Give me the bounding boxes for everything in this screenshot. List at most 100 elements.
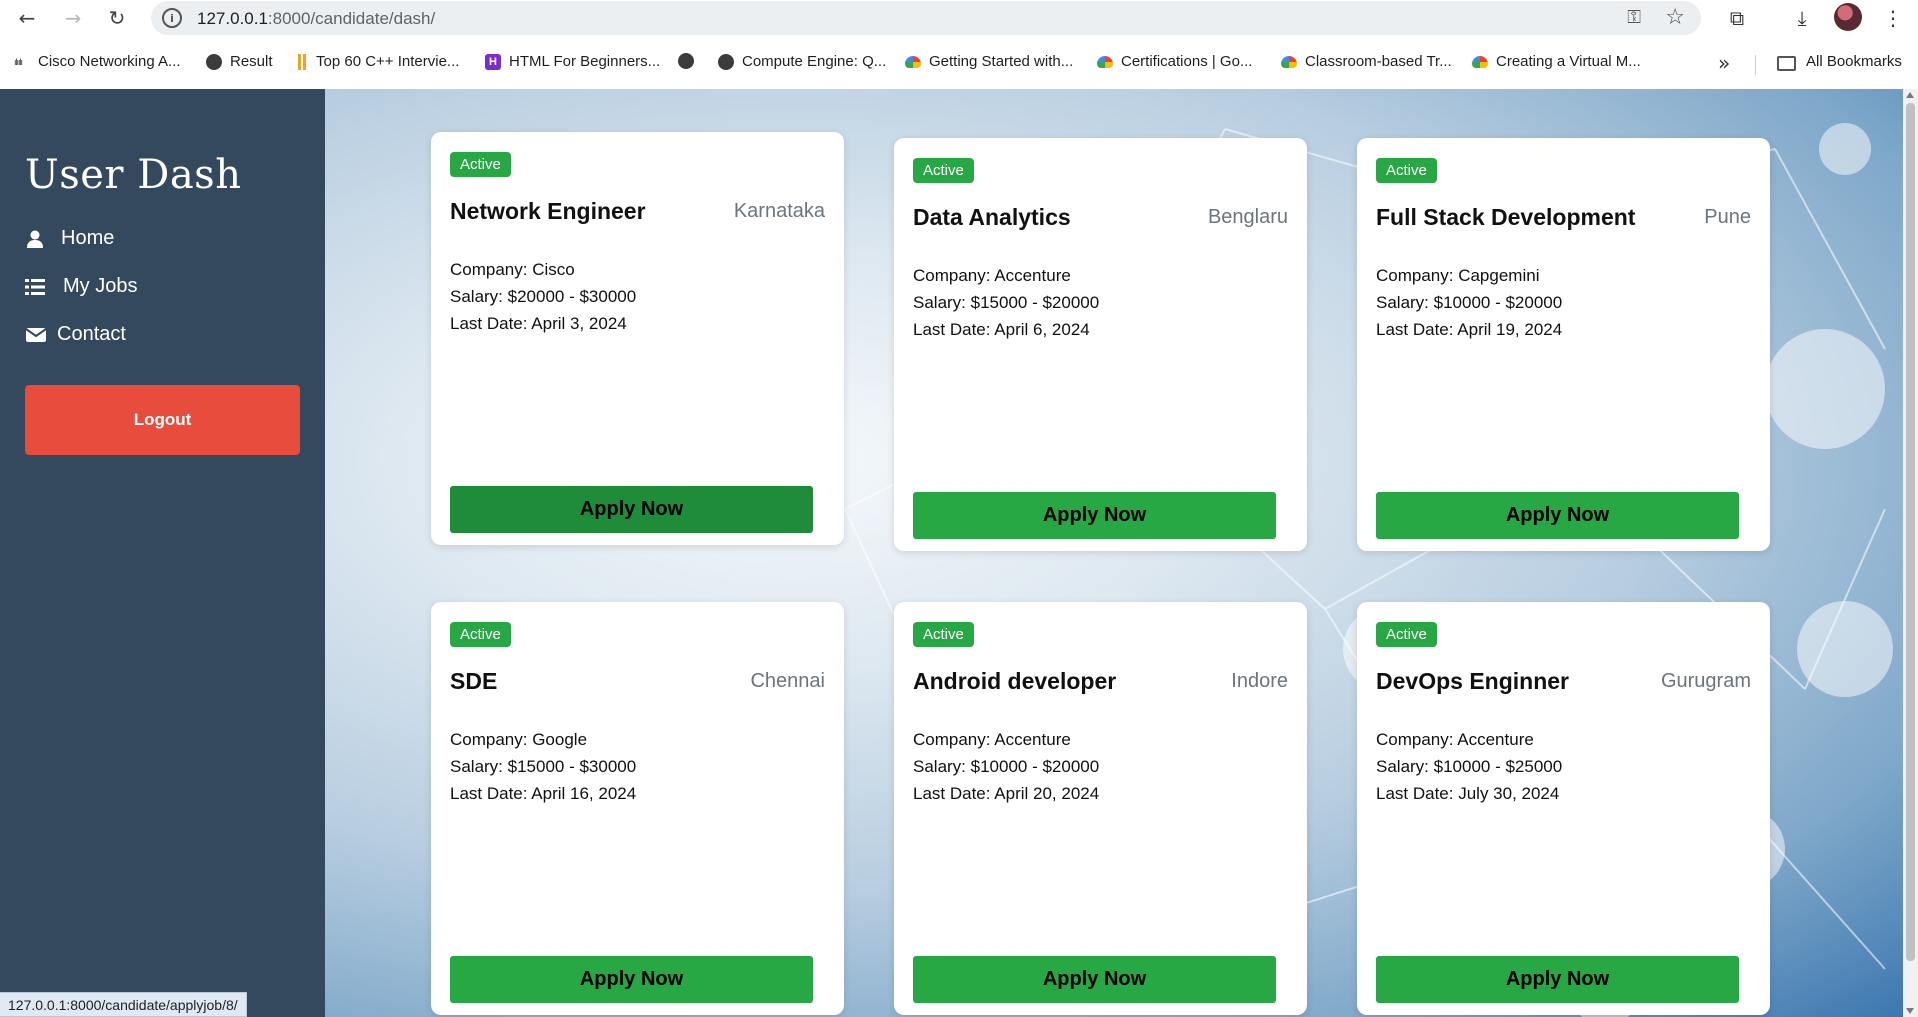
all-bookmarks[interactable]: All Bookmarks (1806, 53, 1902, 70)
job-company: Company: Accenture (913, 266, 1071, 285)
bookmark-item[interactable]: Classroom-based Tr... (1281, 53, 1452, 70)
bookmark-label: Getting Started with... (929, 53, 1074, 70)
job-salary: Salary: $10000 - $20000 (1376, 293, 1563, 312)
google-cloud-icon (1472, 55, 1488, 68)
job-card: Active DevOps Enginner Gurugram Company:… (1357, 602, 1770, 1015)
bookmark-item[interactable] (678, 53, 702, 69)
status-badge: Active (913, 158, 974, 183)
apply-now-button[interactable]: Apply Now (450, 956, 813, 1003)
status-badge: Active (1376, 158, 1437, 183)
bookmark-item[interactable]: Certifications | Go... (1097, 53, 1252, 70)
sidebar-item-label: My Jobs (63, 275, 138, 297)
star-icon[interactable]: ☆ (1665, 5, 1685, 30)
status-badge: Active (450, 622, 511, 647)
sidebar-item-label: Home (61, 227, 115, 249)
sidebar-item-contact[interactable]: Contact (25, 323, 126, 346)
more-menu-icon[interactable]: ⋮ (1878, 3, 1908, 33)
job-title: Android developer (913, 668, 1117, 694)
url-text[interactable]: 127.0.0.1:8000/candidate/dash/ (197, 9, 435, 29)
apply-now-button[interactable]: Apply Now (450, 486, 813, 533)
reload-icon[interactable]: ↻ (102, 3, 132, 33)
back-icon[interactable]: ← (12, 3, 42, 33)
status-badge: Active (1376, 622, 1437, 647)
sidebar-item-label: Contact (57, 323, 126, 345)
google-cloud-icon (1097, 55, 1113, 68)
bookmark-item[interactable]: Creating a Virtual M... (1472, 53, 1641, 70)
sidebar-item-home[interactable]: Home (25, 227, 114, 250)
globe-icon (718, 53, 734, 70)
all-bookmarks-label: All Bookmarks (1806, 53, 1902, 70)
bookmark-item[interactable]: Getting Started with... (905, 53, 1073, 70)
extensions-icon[interactable]: ⧉ (1722, 3, 1752, 33)
bookmark-item[interactable]: Top 60 C++ Intervie... (298, 53, 459, 70)
link-status-bar: 127.0.0.1:8000/candidate/applyjob/8/ (0, 992, 247, 1017)
job-title: DevOps Enginner (1376, 668, 1569, 694)
bookmark-label: Classroom-based Tr... (1305, 53, 1452, 70)
app: User Dash Home My Jobs Contact Logout Ac… (0, 89, 1918, 1017)
job-salary: Salary: $15000 - $20000 (913, 293, 1100, 312)
job-title: Network Engineer (450, 198, 646, 224)
brand-title: User Dash (25, 152, 242, 198)
bookmark-item[interactable]: Compute Engine: Q... (718, 53, 886, 70)
bookmark-label: Certifications | Go... (1121, 53, 1253, 70)
url-path: :8000/candidate/dash/ (267, 9, 436, 28)
logout-button[interactable]: Logout (25, 385, 300, 455)
sidebar: User Dash Home My Jobs Contact Logout (0, 89, 325, 1017)
scrollbar-thumb[interactable] (1906, 103, 1915, 961)
job-company: Company: Cisco (450, 260, 575, 279)
job-company: Company: Google (450, 730, 588, 749)
site-info-icon[interactable]: i (162, 8, 182, 28)
page-scrollbar[interactable] (1903, 89, 1918, 1017)
globe-icon (206, 53, 222, 70)
job-company: Company: Accenture (1376, 730, 1534, 749)
google-cloud-icon (905, 55, 921, 68)
scroll-down-icon[interactable] (1906, 1008, 1914, 1014)
bookmark-label: Top 60 C++ Intervie... (316, 53, 460, 70)
job-card: Active Network Engineer Karnataka Compan… (431, 132, 844, 545)
scroll-up-icon[interactable] (1906, 92, 1914, 98)
apply-now-button[interactable]: Apply Now (1376, 956, 1739, 1003)
job-last-date: Last Date: April 16, 2024 (450, 784, 637, 803)
job-company: Company: Capgemini (1376, 266, 1540, 285)
bookmarks-bar: ılıılı Cisco Networking A... Result Top 6… (0, 47, 1918, 79)
job-last-date: Last Date: April 19, 2024 (1376, 320, 1563, 339)
job-title: Data Analytics (913, 204, 1071, 230)
job-location: Pune (1704, 206, 1751, 228)
key-icon[interactable]: ⚿ (1627, 7, 1641, 28)
forward-icon[interactable]: → (58, 3, 88, 33)
user-icon (25, 229, 47, 249)
job-title: SDE (450, 668, 498, 694)
address-bar[interactable]: i 127.0.0.1:8000/candidate/dash/ ⚿ ☆ (151, 1, 1701, 35)
job-card: Active Android developer Indore Company:… (894, 602, 1307, 1015)
job-location: Benglaru (1207, 206, 1288, 228)
bookmark-label: Compute Engine: Q... (742, 53, 887, 70)
bookmark-label: HTML For Beginners... (509, 53, 661, 70)
folder-icon[interactable] (1777, 56, 1796, 71)
job-title: Full Stack Development (1376, 204, 1636, 230)
bookmark-item[interactable]: H HTML For Beginners... (485, 53, 660, 70)
status-badge: Active (913, 622, 974, 647)
bar-icon (298, 53, 308, 70)
globe-icon (678, 53, 694, 69)
job-location: Indore (1231, 670, 1288, 692)
apply-now-button[interactable]: Apply Now (913, 956, 1276, 1003)
avatar[interactable] (1834, 3, 1862, 31)
bookmark-label: Cisco Networking A... (38, 53, 181, 70)
job-location: Chennai (750, 670, 825, 692)
h-logo-icon: H (485, 53, 501, 70)
bookmark-item[interactable]: ılıılı Cisco Networking A... (14, 53, 181, 70)
job-salary: Salary: $15000 - $30000 (450, 757, 637, 776)
job-last-date: Last Date: July 30, 2024 (1376, 784, 1560, 803)
download-icon[interactable]: ⤓ (1787, 3, 1817, 33)
job-last-date: Last Date: April 20, 2024 (913, 784, 1100, 803)
job-location: Gurugram (1660, 670, 1751, 692)
apply-now-button[interactable]: Apply Now (913, 492, 1276, 539)
sidebar-item-my-jobs[interactable]: My Jobs (25, 275, 137, 298)
bookmark-item[interactable]: Result (206, 53, 273, 70)
job-salary: Salary: $20000 - $30000 (450, 287, 637, 306)
job-salary: Salary: $10000 - $25000 (1376, 757, 1563, 776)
apply-now-button[interactable]: Apply Now (1376, 492, 1739, 539)
chevron-double-right-icon[interactable]: » (1718, 51, 1730, 75)
job-last-date: Last Date: April 6, 2024 (913, 320, 1090, 339)
job-card: Active SDE Chennai Company: Google Salar… (431, 602, 844, 1015)
